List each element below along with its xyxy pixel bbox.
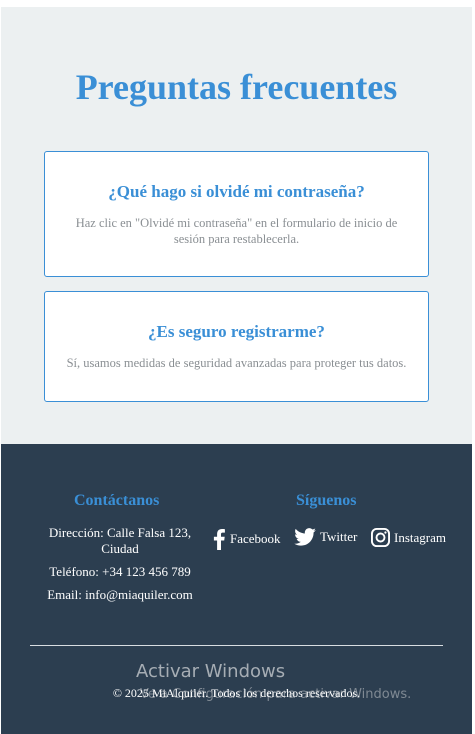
footer: Contáctanos Dirección: Calle Falsa 123, … [1, 444, 472, 734]
copyright-text: © 2025 MiAlquiler. Todos los derechos re… [112, 686, 361, 700]
faq-question: ¿Es seguro registrarme? [148, 322, 325, 341]
twitter-link[interactable]: Twitter [294, 528, 357, 546]
contact-email: Email: info@miaquiler.com [47, 587, 193, 602]
instagram-icon [371, 528, 394, 547]
twitter-label: Twitter [320, 529, 358, 544]
faq-card: ¿Es seguro registrarme? Sí, usamos medid… [44, 291, 429, 402]
facebook-label: Facebook [230, 531, 281, 546]
instagram-link[interactable]: Instagram [371, 528, 446, 547]
faq-card: ¿Qué hago si olvidé mi contraseña? Haz c… [44, 151, 429, 277]
windows-activation-title: Activar Windows [136, 661, 286, 682]
follow-heading: Síguenos [296, 492, 357, 509]
twitter-icon [294, 528, 320, 546]
faq-title: Preguntas frecuentes [75, 67, 398, 107]
faq-answer: Sí, usamos medidas de seguridad avanzada… [66, 356, 407, 370]
contact-info: Dirección: Calle Falsa 123, Ciudad Teléf… [43, 525, 197, 603]
faq-question: ¿Qué hago si olvidé mi contraseña? [108, 182, 365, 201]
footer-divider [30, 645, 443, 646]
page: Preguntas frecuentes ¿Qué hago si olvidé… [1, 7, 472, 734]
facebook-link[interactable]: Facebook [212, 528, 281, 550]
contact-heading: Contáctanos [74, 492, 160, 509]
contact-phone: Teléfono: +34 123 456 789 [49, 564, 191, 579]
contact-address: Dirección: Calle Falsa 123, Ciudad [48, 525, 192, 556]
instagram-label: Instagram [394, 529, 446, 545]
faq-section: Preguntas frecuentes ¿Qué hago si olvidé… [1, 7, 472, 444]
facebook-icon [212, 528, 230, 550]
faq-answer: Haz clic en "Olvidé mi contraseña" en el… [75, 216, 398, 246]
